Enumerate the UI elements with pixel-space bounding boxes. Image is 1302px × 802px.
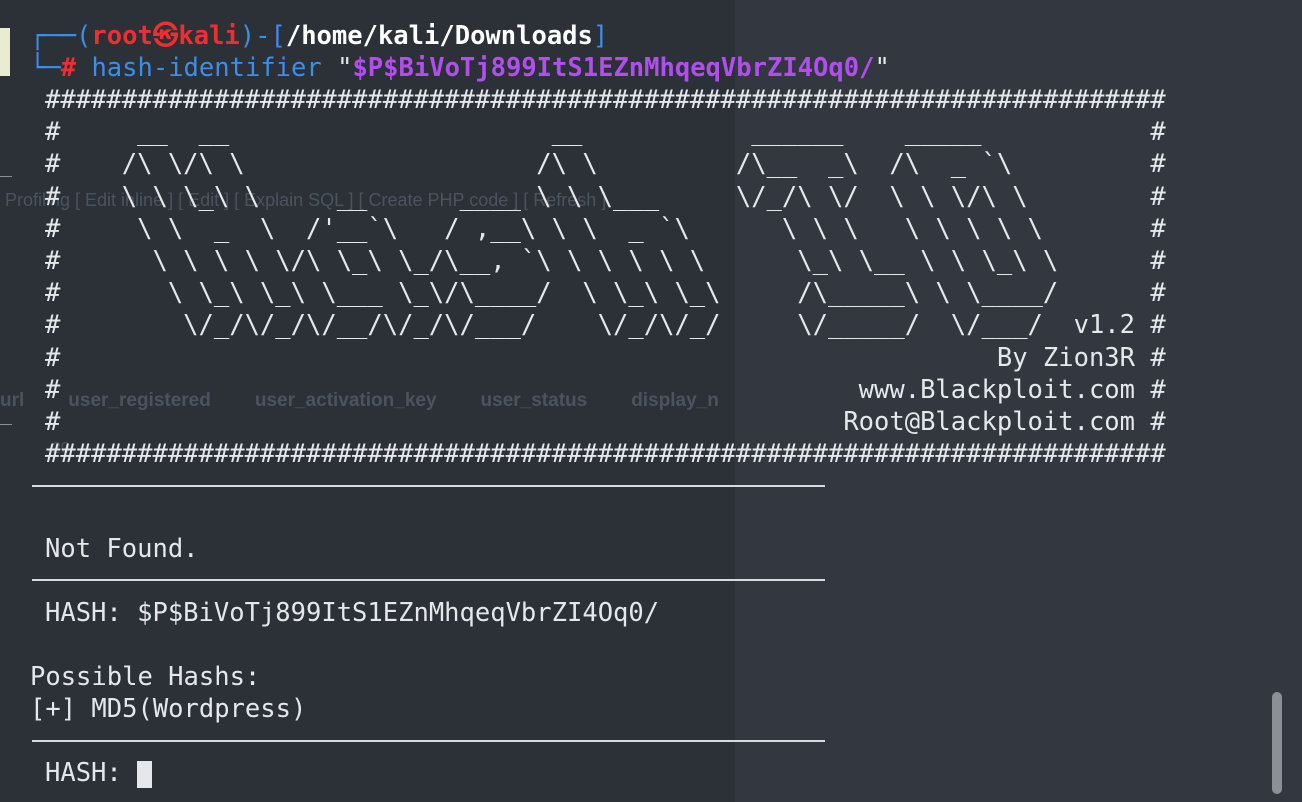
text-cursor[interactable]	[137, 760, 153, 788]
prompt-host-separator: ㉿	[152, 21, 179, 51]
command-line: └─# hash-identifier "$P$BiVoTj899ItS1EZn…	[30, 53, 890, 83]
hash-label: HASH:	[45, 598, 122, 628]
possible-hashes-title: Possible Hashs:	[30, 662, 261, 692]
background-divider	[0, 176, 12, 177]
hash-value: $P$BiVoTj899ItS1EZnMhqeqVbrZI4Oq0/	[137, 598, 660, 628]
separator-line	[32, 579, 825, 581]
separator-line	[32, 485, 825, 487]
background-window-edge	[0, 28, 10, 76]
prompt-header: ┌──(root㉿kali)-[/home/kali/Downloads]	[30, 21, 609, 51]
background-column-header: url	[0, 390, 25, 411]
prompt-symbol: #	[60, 53, 77, 83]
prompt-user: root	[91, 21, 153, 51]
hash-echo: HASH: $P$BiVoTj899ItS1EZnMhqeqVbrZI4Oq0/	[45, 597, 659, 629]
prompt-host: kali	[178, 21, 240, 51]
hashid-banner: ########################################…	[45, 85, 1166, 470]
hash-input-label: HASH:	[45, 758, 122, 788]
result-not-found: Not Found.	[45, 534, 199, 564]
command-name: hash-identifier	[91, 53, 322, 83]
hash-input-prompt[interactable]: HASH:	[45, 757, 153, 789]
separator-line	[32, 740, 825, 742]
possible-hash-item: [+] MD5(Wordpress)	[30, 694, 307, 724]
prompt-path: /home/kali/Downloads	[285, 21, 593, 51]
background-divider	[0, 424, 12, 425]
terminal-scrollbar[interactable]	[1272, 692, 1282, 794]
command-argument: $P$BiVoTj899ItS1EZnMhqeqVbrZI4Oq0/	[352, 53, 875, 83]
